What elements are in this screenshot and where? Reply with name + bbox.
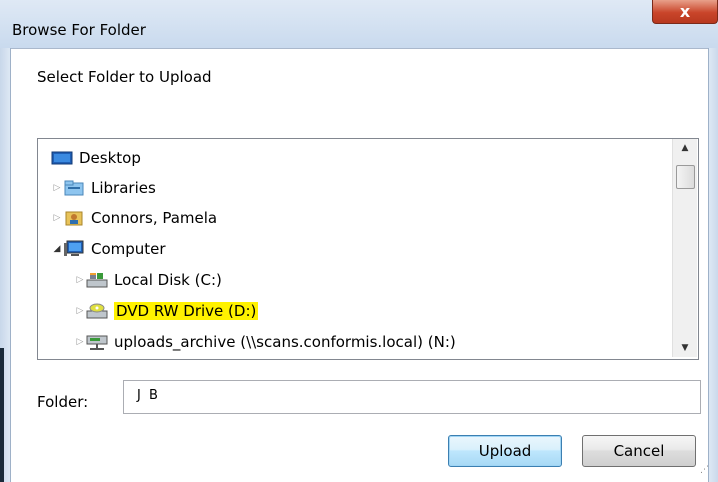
tree-item-label: Desktop	[79, 149, 141, 167]
expand-arrow-icon[interactable]: ▷	[51, 213, 63, 223]
cancel-button[interactable]: Cancel	[582, 435, 696, 467]
tree-item-label: uploads_archive (\\scans.conformis.local…	[114, 333, 456, 351]
dvd-drive-icon	[86, 302, 108, 320]
expand-arrow-icon[interactable]: ▷	[74, 337, 86, 347]
tree-item-network-drive[interactable]: ▷ uploads_archive (\\scans.conformis.loc…	[74, 328, 456, 356]
tree-item-label: Libraries	[91, 179, 156, 197]
expand-arrow-icon[interactable]: ▷	[51, 183, 63, 193]
collapse-arrow-icon[interactable]: ◢	[51, 244, 63, 254]
scroll-thumb[interactable]	[676, 165, 695, 189]
tree-scrollbar[interactable]: ▲ ▼	[672, 139, 697, 357]
tree-item-computer[interactable]: ◢ Computer	[51, 235, 166, 263]
local-disk-icon	[86, 271, 108, 289]
user-folder-icon	[63, 209, 85, 227]
scroll-up-icon[interactable]: ▲	[673, 139, 697, 157]
cancel-button-label: Cancel	[613, 442, 665, 460]
tree-item-dvd-drive[interactable]: ▷ DVD RW Drive (D:)	[74, 297, 259, 325]
tree-item-local-disk[interactable]: ▷ Local Disk (C:)	[74, 266, 222, 294]
upload-button[interactable]: Upload	[448, 435, 562, 467]
expand-arrow-icon[interactable]: ▷	[74, 275, 86, 285]
right-window-border	[708, 48, 718, 482]
title-bar: Browse For Folder x	[0, 0, 718, 49]
folder-field-value: J B	[137, 388, 160, 403]
desktop-icon	[51, 149, 73, 167]
expand-arrow-icon[interactable]: ▷	[74, 306, 86, 316]
close-button[interactable]: x	[652, 0, 718, 24]
tree-item-user[interactable]: ▷ Connors, Pamela	[51, 204, 218, 232]
computer-icon	[63, 240, 85, 258]
tree-item-libraries[interactable]: ▷ Libraries	[51, 174, 156, 202]
resize-grip-icon[interactable]: ⋰	[700, 465, 709, 475]
tree-item-label: Connors, Pamela	[91, 209, 218, 227]
folder-tree[interactable]: Desktop ▷ Libraries ▷ Connors, Pamela ◢ …	[37, 138, 699, 360]
upload-button-label: Upload	[478, 442, 532, 460]
tree-item-label: Local Disk (C:)	[114, 271, 222, 289]
tree-item-label: Computer	[91, 240, 166, 258]
dialog-prompt: Select Folder to Upload	[37, 68, 212, 86]
network-drive-icon	[86, 333, 108, 351]
libraries-icon	[63, 179, 85, 197]
scroll-down-icon[interactable]: ▼	[673, 339, 697, 357]
window-title: Browse For Folder	[12, 21, 146, 39]
folder-field[interactable]	[123, 380, 701, 414]
tree-item-label: DVD RW Drive (D:)	[114, 302, 259, 320]
left-window-border	[0, 48, 11, 482]
folder-label: Folder:	[37, 393, 89, 411]
tree-item-desktop[interactable]: Desktop	[51, 144, 141, 172]
close-icon: x	[679, 2, 691, 21]
